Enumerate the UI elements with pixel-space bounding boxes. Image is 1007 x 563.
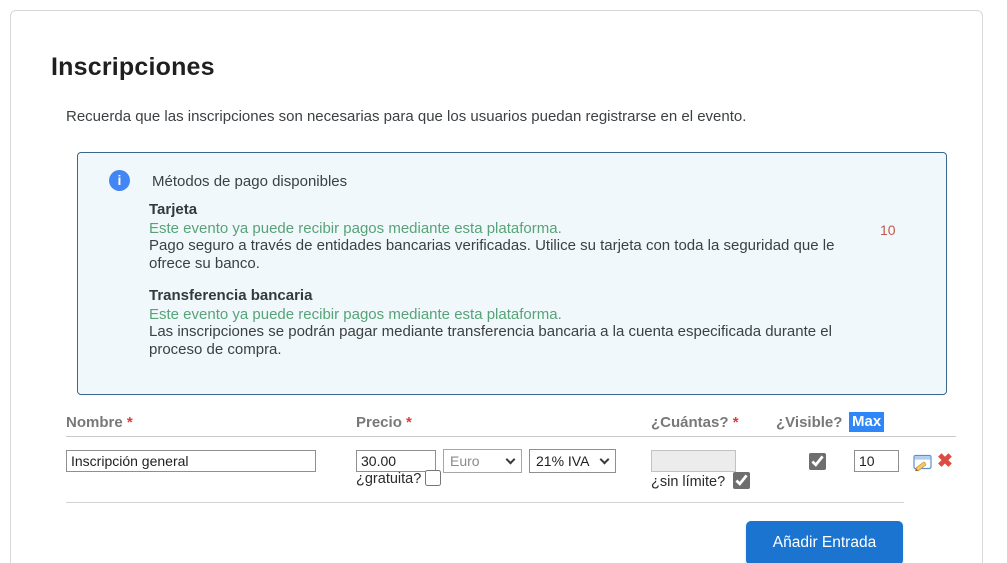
header-precio: Precio * — [356, 414, 412, 431]
method-name: Tarjeta — [149, 201, 198, 218]
page-title: Inscripciones — [51, 53, 215, 81]
header-max: Max — [849, 412, 885, 432]
method-description: Las inscripciones se podrán pagar median… — [149, 323, 832, 358]
infobox-title: Métodos de pago disponibles — [152, 173, 348, 190]
required-marker: * — [126, 414, 133, 431]
edit-button[interactable] — [913, 454, 934, 475]
drag-ghost-value: 10 — [880, 222, 896, 238]
free-checkbox[interactable] — [425, 470, 441, 486]
payment-method-card: Tarjeta Este evento ya puede recibir pag… — [149, 201, 869, 272]
method-description: Pago seguro a través de entidades bancar… — [149, 237, 835, 272]
currency-selected-value: Euro — [450, 453, 480, 469]
delete-button[interactable]: ✖ — [937, 452, 953, 471]
inscriptions-page: Inscripciones Recuerda que las inscripci… — [0, 0, 1007, 563]
header-visible-text: ¿Visible? — [776, 414, 843, 431]
tax-selected-value: 21% IVA — [536, 453, 590, 469]
method-status: Este evento ya puede recibir pagos media… — [149, 305, 562, 323]
chevron-down-icon — [505, 454, 516, 464]
edit-window-pencil-icon — [913, 454, 934, 475]
free-checkbox-label: ¿gratuita? — [356, 471, 422, 487]
chevron-down-icon — [599, 454, 610, 464]
price-input[interactable] — [356, 450, 436, 472]
max-input[interactable] — [854, 450, 899, 472]
add-entry-button[interactable]: Añadir Entrada — [746, 521, 903, 563]
visible-checkbox[interactable] — [809, 453, 826, 470]
delete-x-icon: ✖ — [937, 451, 953, 472]
tax-select[interactable]: 21% IVA — [529, 449, 616, 473]
payment-method-transfer: Transferencia bancaria Este evento ya pu… — [149, 287, 869, 358]
currency-select[interactable]: Euro — [443, 449, 522, 473]
no-limit-checkbox[interactable] — [733, 472, 750, 489]
intro-text: Recuerda que las inscripciones son neces… — [66, 108, 747, 125]
header-nombre-text: Nombre — [66, 414, 123, 431]
name-input[interactable] — [66, 450, 316, 472]
header-cuantas-text: ¿Cuántas? — [651, 414, 729, 431]
header-cuantas: ¿Cuántas? * — [651, 414, 739, 431]
method-status: Este evento ya puede recibir pagos media… — [149, 219, 562, 237]
method-name: Transferencia bancaria — [149, 287, 313, 304]
row-divider — [66, 502, 904, 503]
header-visible: ¿Visible? — [776, 414, 842, 431]
required-marker: * — [732, 414, 739, 431]
header-max-text-selected: Max — [849, 412, 885, 432]
no-limit-checkbox-label: ¿sin límite? — [651, 474, 726, 490]
content-card: Inscripciones Recuerda que las inscripci… — [10, 10, 983, 563]
required-marker: * — [406, 414, 412, 431]
header-nombre: Nombre * — [66, 414, 133, 431]
quantity-input[interactable] — [651, 450, 736, 472]
payment-methods-list: Tarjeta Este evento ya puede recibir pag… — [149, 201, 869, 373]
header-precio-text: Precio — [356, 414, 402, 431]
payment-methods-infobox: i Métodos de pago disponibles 10 Tarjeta… — [77, 152, 947, 395]
header-divider — [66, 436, 956, 437]
info-icon: i — [109, 170, 130, 191]
